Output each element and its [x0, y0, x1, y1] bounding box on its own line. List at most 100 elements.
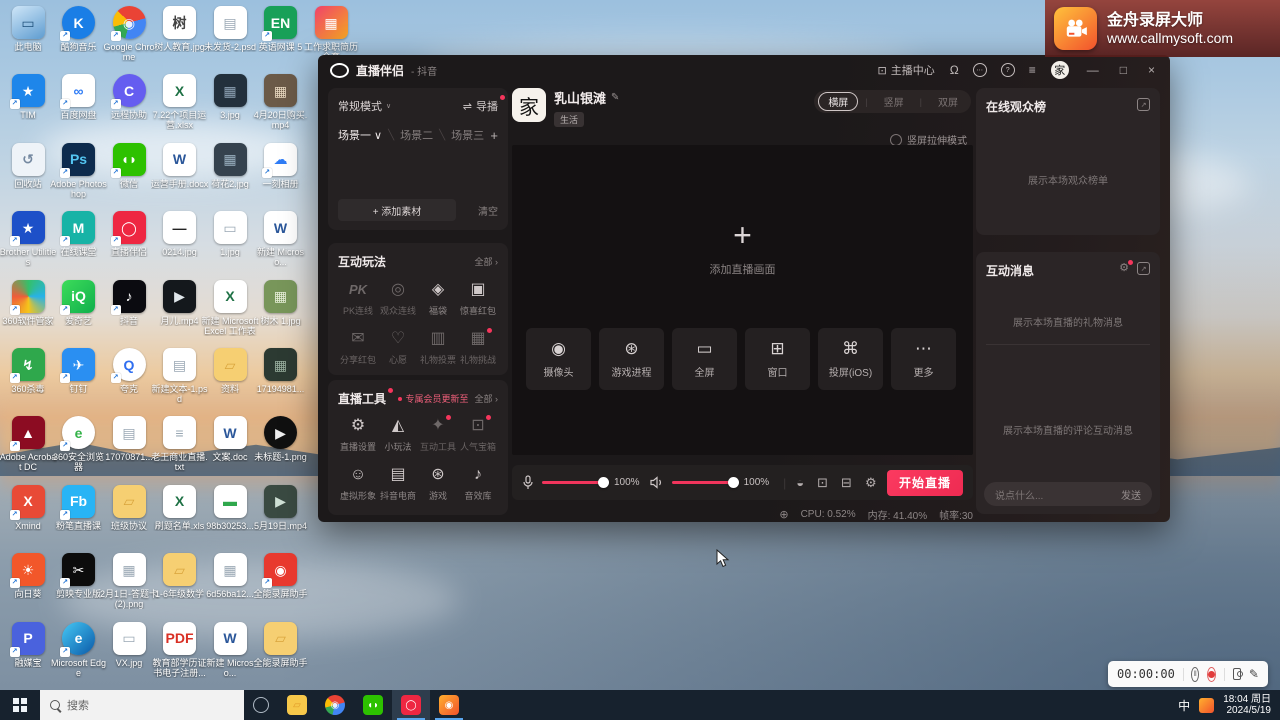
send-button[interactable]: 发送 [1121, 487, 1141, 502]
desktop-icon[interactable]: M↗在线课堂 [55, 211, 103, 257]
minimize-button[interactable]: — [1084, 63, 1102, 77]
start-button[interactable] [0, 690, 40, 720]
desktop-icon[interactable]: ▶未标题-1.png [257, 416, 305, 462]
play-item-礼物投票[interactable]: ▥礼物投票 [418, 330, 458, 366]
desktop-icon[interactable]: e↗360安全浏览器 [55, 416, 103, 472]
taskbar-chrome[interactable]: ◉ [316, 690, 354, 720]
start-live-button[interactable]: 开始直播 [887, 470, 963, 496]
chat-icon[interactable]: ⋯ [973, 63, 987, 77]
desktop-icon[interactable]: P↗融媒宝 [4, 622, 52, 668]
play-item-分享红包[interactable]: ✉分享红包 [338, 330, 378, 366]
desktop-icon[interactable]: ∞↗百度网盘 [55, 74, 103, 120]
desktop-icon[interactable]: W新建 Microso... [257, 211, 305, 267]
clear-button[interactable]: 清空 [478, 203, 498, 218]
gear-icon[interactable]: ⚙ [1119, 263, 1129, 274]
scene-tab[interactable]: 场景一 ∨ [338, 127, 382, 143]
scene-tab[interactable]: 场景三 [451, 127, 484, 143]
desktop-icon[interactable]: ▦6d56ba12... [206, 553, 254, 599]
tool-item-人气宝箱[interactable]: ⊡人气宝箱 [458, 417, 498, 453]
desktop-icon[interactable]: X↗Xmind [4, 485, 52, 531]
desktop-icon[interactable]: W新建 Microso... [206, 622, 254, 678]
desktop-icon[interactable]: ▦工作求职简历全套 [307, 6, 355, 62]
pause-button[interactable]: ‖ [1191, 667, 1199, 682]
screenshot-camera-icon[interactable] [1233, 668, 1241, 680]
desktop-icon[interactable]: ▦17194981... [257, 348, 305, 394]
desktop-icon[interactable]: ▲↗Adobe Acrobat DC [4, 416, 52, 472]
desktop-icon[interactable]: ▦荷花2.jpg [206, 143, 254, 189]
desktop-icon[interactable]: ▶5月19日.mp4 [257, 485, 305, 531]
tool-item-小玩法[interactable]: ◭小玩法 [378, 417, 418, 453]
desktop-icon[interactable]: X新建 Microsoft Excel 工作表 [206, 280, 254, 336]
desktop-icon[interactable]: ▦3.jpg [206, 74, 254, 120]
desktop-icon[interactable]: X7.22个项目运营.xlsx [156, 74, 204, 130]
record-button[interactable] [1207, 667, 1216, 682]
add-screen-plus-icon[interactable]: + [512, 217, 973, 254]
desktop-icon[interactable]: ▬98b30253... [206, 485, 254, 531]
tool-item-游戏[interactable]: ⊛游戏 [418, 466, 458, 502]
mode-selector[interactable]: 常规模式 [338, 98, 382, 114]
add-material-button[interactable]: + 添加素材 [338, 199, 456, 221]
taskbar-file-explorer[interactable]: ▱ [278, 690, 316, 720]
source-全屏[interactable]: ▭全屏 [672, 328, 737, 390]
desktop-icon[interactable]: ▱班级协议 [105, 485, 153, 531]
desktop-icon[interactable]: ☁↗一刻相册 [257, 143, 305, 189]
play-item-观众连线[interactable]: ◎观众连线 [378, 281, 418, 317]
desktop-icon[interactable]: e↗Microsoft Edge [55, 622, 103, 678]
desktop-icon[interactable]: ▱资料 [206, 348, 254, 394]
help-icon[interactable]: ? [1001, 63, 1015, 77]
desktop-icon[interactable]: K↗酷狗音乐 [55, 6, 103, 52]
desktop-icon[interactable]: ◯↗直播伴侣 [105, 211, 153, 257]
category-tag[interactable]: 生活 [554, 112, 584, 127]
desktop-icon[interactable]: ↺回收站 [4, 143, 52, 189]
close-button[interactable]: × [1145, 63, 1158, 77]
play-item-惊喜红包[interactable]: ▣惊喜红包 [458, 281, 498, 317]
desktop-icon[interactable]: W运营手册.docx [156, 143, 204, 189]
play-item-PK连线[interactable]: PKPK连线 [338, 281, 378, 317]
desktop-icon[interactable]: ▭此电脑 [4, 6, 52, 52]
source-更多[interactable]: ⋯更多 [891, 328, 956, 390]
tool-item-直播设置[interactable]: ⚙直播设置 [338, 417, 378, 453]
play-item-礼物挑战[interactable]: ▦礼物挑战 [458, 330, 498, 366]
play-item-福袋[interactable]: ◈福袋 [418, 281, 458, 317]
desktop-icon[interactable]: X刷题名单.xls [156, 485, 204, 531]
user-avatar[interactable]: 家 [1051, 61, 1069, 79]
chat-input[interactable]: 说点什么... 发送 [984, 482, 1152, 506]
desktop-icon[interactable]: ▦树木 1.jpg [257, 280, 305, 326]
desktop-icon[interactable]: Q↗夸克 [105, 348, 153, 394]
anchor-center-link[interactable]: ⊡ 主播中心 [878, 62, 935, 78]
desktop-icon[interactable]: ★↗Brother Utilities [4, 211, 52, 267]
tool-item-抖音电商[interactable]: ▤抖音电商 [378, 466, 418, 502]
desktop-icon[interactable]: ◉↗全能录屏助手 [257, 553, 305, 599]
settings-icon[interactable]: ⚙ [865, 476, 877, 489]
popout-icon[interactable]: ↗ [1137, 98, 1150, 111]
desktop-icon[interactable]: ✂↗剪映专业版 [55, 553, 103, 599]
taskbar-wechat[interactable]: ◖◗ [354, 690, 392, 720]
tool-item-虚拟形象[interactable]: ☺虚拟形象 [338, 466, 378, 502]
play-item-心愿[interactable]: ♡心愿 [378, 330, 418, 366]
edit-title-icon[interactable]: ✎ [611, 92, 619, 103]
scene-card-icon[interactable]: ⊡ [817, 476, 828, 489]
desktop-icon[interactable]: ▦2月1日-答题卡(2).png [105, 553, 153, 609]
tool-item-互动工具[interactable]: ✦互动工具 [418, 417, 458, 453]
popout-icon[interactable]: ↗ [1137, 262, 1150, 275]
tray-recorder-icon[interactable] [1199, 698, 1214, 713]
desktop-icon[interactable]: 树树人教育.jpg [156, 6, 204, 52]
desktop-icon[interactable]: C↗远程协助 [105, 74, 153, 120]
desktop-icon[interactable]: ★↗TIM [4, 74, 52, 120]
director-mode-button[interactable]: ⇌ 导播 [463, 98, 498, 114]
desktop-icon[interactable]: iQ↗爱奇艺 [55, 280, 103, 326]
ime-indicator[interactable]: 中 [1178, 697, 1190, 714]
desktop-icon[interactable]: ▭1.jpg [206, 211, 254, 257]
desktop-icon[interactable]: ▦4月20日购买.mp4 [257, 74, 305, 130]
menu-icon[interactable]: ≡ [1029, 64, 1036, 76]
voice-effect-icon[interactable]: ◒ [796, 476, 804, 489]
taskbar-live-companion[interactable]: ◯ [392, 690, 430, 720]
capture-icon[interactable]: ⊟ [841, 476, 852, 489]
desktop-icon[interactable]: —0214.jpg [156, 211, 204, 257]
desktop-icon[interactable]: PDF教育部学历证书电子注册... [156, 622, 204, 678]
mic-icon[interactable] [522, 475, 534, 490]
speaker-volume-slider[interactable] [672, 481, 736, 484]
desktop-icon[interactable]: W文案.doc [206, 416, 254, 462]
desktop-icon[interactable]: ↯↗360杀毒 [4, 348, 52, 394]
desktop-icon[interactable]: ◖◗↗微信 [105, 143, 153, 189]
